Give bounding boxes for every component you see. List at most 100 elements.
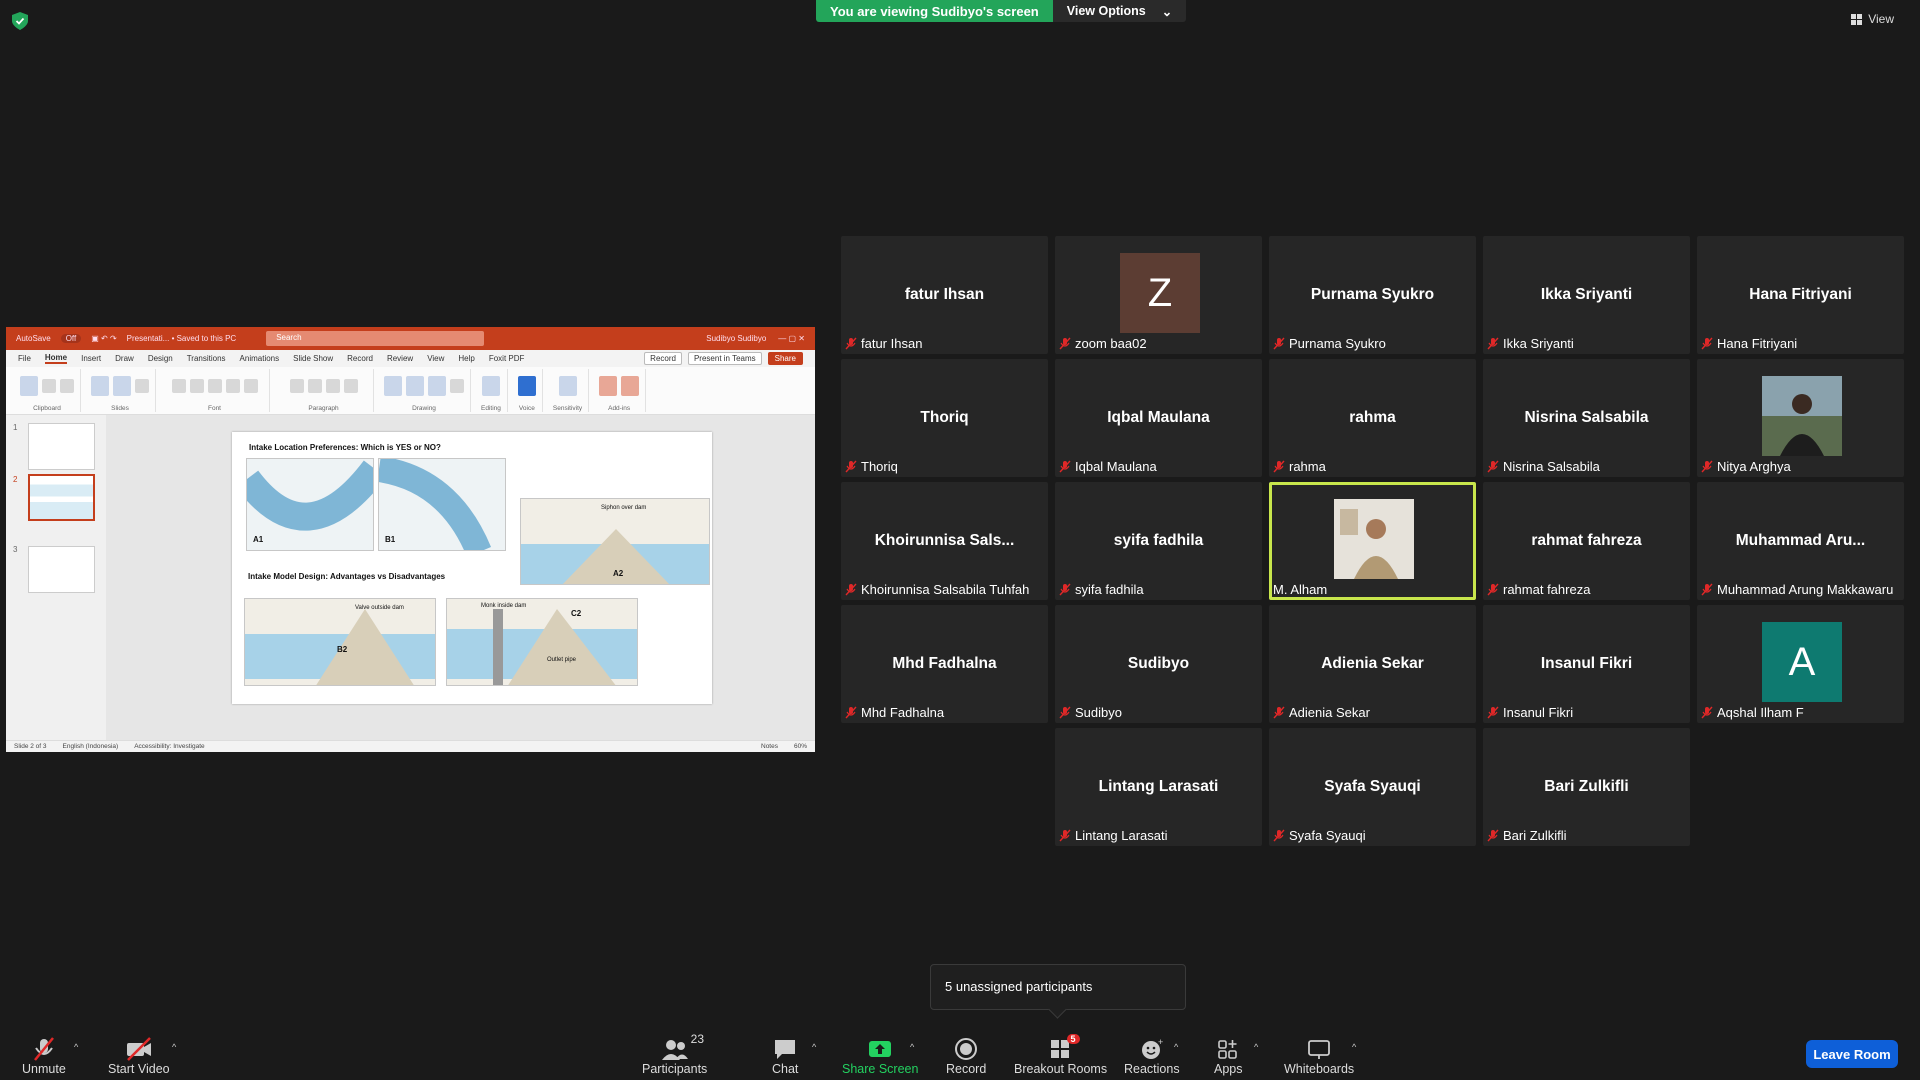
slide-canvas[interactable]: Intake Location Preferences: Which is YE… — [232, 432, 712, 704]
participant-tile[interactable]: Lintang Larasati Lintang Larasati — [1055, 728, 1262, 846]
ppt-menu-help[interactable]: Help — [458, 354, 474, 363]
ppt-menu-animations[interactable]: Animations — [240, 354, 280, 363]
participant-tile[interactable]: Nisrina Salsabila Nisrina Salsabila — [1483, 359, 1690, 477]
slide-thumbnail-1[interactable] — [28, 423, 95, 470]
ppt-menu-record[interactable]: Record — [347, 354, 373, 363]
bullets-icon[interactable] — [289, 379, 304, 393]
participants-button[interactable]: 23 Participants — [642, 1032, 707, 1076]
ppt-menu-review[interactable]: Review — [387, 354, 413, 363]
participant-tile[interactable]: M. Alham — [1269, 482, 1476, 600]
font-color-icon[interactable] — [243, 379, 258, 393]
whiteboards-button[interactable]: Whiteboards — [1284, 1036, 1354, 1076]
align-left-icon[interactable] — [325, 379, 340, 393]
apps-caret-icon[interactable]: ^ — [1254, 1042, 1258, 1052]
share-screen-button[interactable]: Share Screen — [842, 1036, 918, 1076]
view-button[interactable]: View — [1851, 12, 1894, 26]
ppt-menu-view[interactable]: View — [427, 354, 444, 363]
copy-icon[interactable] — [60, 379, 74, 393]
ppt-menu-insert[interactable]: Insert — [81, 354, 101, 363]
unassigned-participants-tooltip[interactable]: 5 unassigned participants — [930, 964, 1186, 1010]
reuse-slides-icon[interactable] — [113, 376, 131, 396]
layout-icon[interactable] — [135, 379, 149, 393]
participant-tile[interactable]: A Aqshal Ilham F — [1697, 605, 1904, 723]
participant-tile[interactable]: Nitya Arghya — [1697, 359, 1904, 477]
participant-tile[interactable]: Insanul Fikri Insanul Fikri — [1483, 605, 1690, 723]
reactions-button[interactable]: + Reactions — [1124, 1036, 1180, 1076]
slide-thumbnail-3[interactable] — [28, 546, 95, 593]
autosave-label: AutoSave — [16, 334, 51, 343]
ppt-menu-foxit-pdf[interactable]: Foxit PDF — [489, 354, 525, 363]
ppt-share-button[interactable]: Share — [767, 352, 803, 365]
dictate-icon[interactable] — [517, 376, 536, 396]
share-screen-icon — [869, 1041, 892, 1057]
ppt-menu-file[interactable]: File — [18, 354, 31, 363]
align-center-icon[interactable] — [343, 379, 358, 393]
participant-tile[interactable]: Hana Fitriyani Hana Fitriyani — [1697, 236, 1904, 354]
chat-options-caret-icon[interactable]: ^ — [812, 1042, 816, 1052]
reactions-caret-icon[interactable]: ^ — [1174, 1042, 1178, 1052]
new-slide-icon[interactable] — [91, 376, 109, 396]
designer-icon[interactable] — [621, 376, 640, 396]
ppt-present-button[interactable]: Present in Teams — [687, 352, 762, 365]
participant-tile[interactable]: Muhammad Aru... Muhammad Arung Makkawaru — [1697, 482, 1904, 600]
audio-options-caret-icon[interactable]: ^ — [74, 1042, 78, 1052]
editing-icon[interactable] — [481, 376, 500, 396]
shapes-icon[interactable] — [384, 376, 402, 396]
chat-button[interactable]: Chat — [772, 1036, 798, 1076]
status-accessibility[interactable]: Accessibility: Investigate — [134, 743, 204, 750]
ppt-menu-transitions[interactable]: Transitions — [187, 354, 226, 363]
encryption-shield-icon[interactable] — [12, 12, 28, 30]
apps-button[interactable]: Apps — [1214, 1036, 1243, 1076]
strike-icon[interactable] — [225, 379, 240, 393]
italic-icon[interactable] — [189, 379, 204, 393]
status-zoom[interactable]: 60% — [794, 743, 807, 750]
leave-room-button[interactable]: Leave Room — [1806, 1040, 1898, 1068]
ppt-record-button[interactable]: Record — [644, 352, 682, 365]
participant-tile[interactable]: Mhd Fadhalna Mhd Fadhalna — [841, 605, 1048, 723]
participant-tile[interactable]: Iqbal Maulana Iqbal Maulana — [1055, 359, 1262, 477]
record-button[interactable]: Record — [946, 1036, 986, 1076]
breakout-rooms-button[interactable]: 5 Breakout Rooms — [1014, 1034, 1107, 1076]
participant-tile[interactable]: Adienia Sekar Adienia Sekar — [1269, 605, 1476, 723]
status-notes[interactable]: Notes — [761, 743, 778, 750]
participant-tile[interactable]: Syafa Syauqi Syafa Syauqi — [1269, 728, 1476, 846]
arrange-icon[interactable] — [406, 376, 424, 396]
ppt-menu-home[interactable]: Home — [44, 353, 68, 364]
participant-tile[interactable]: Khoirunnisa Sals... Khoirunnisa Salsabila… — [841, 482, 1048, 600]
unmute-button[interactable]: Unmute — [22, 1036, 66, 1076]
bold-icon[interactable] — [171, 379, 186, 393]
participant-tile[interactable]: Purnama Syukro Purnama Syukro — [1269, 236, 1476, 354]
start-video-button[interactable]: Start Video — [108, 1036, 170, 1076]
participant-tile[interactable]: syifa fadhila syifa fadhila — [1055, 482, 1262, 600]
underline-icon[interactable] — [207, 379, 222, 393]
participant-tile[interactable]: Zzoom baa02 — [1055, 236, 1262, 354]
participant-tile[interactable]: fatur Ihsan fatur Ihsan — [841, 236, 1048, 354]
cut-icon[interactable] — [42, 379, 56, 393]
svg-text:+: + — [1158, 1037, 1163, 1047]
ppt-menu-design[interactable]: Design — [148, 354, 173, 363]
video-options-caret-icon[interactable]: ^ — [172, 1042, 176, 1052]
participant-tile[interactable]: rahmat fahreza rahmat fahreza — [1483, 482, 1690, 600]
participant-tile[interactable]: Sudibyo Sudibyo — [1055, 605, 1262, 723]
quick-styles-icon[interactable] — [428, 376, 446, 396]
addins-icon[interactable] — [599, 376, 618, 396]
participant-tile[interactable]: Ikka Sriyanti Ikka Sriyanti — [1483, 236, 1690, 354]
shared-screen[interactable]: AutoSave Off ▣ ↶ ↷ Presentati... • Saved… — [6, 327, 815, 752]
sensitivity-icon[interactable] — [558, 376, 577, 396]
ppt-menu-draw[interactable]: Draw — [115, 354, 134, 363]
mic-muted-icon — [1273, 706, 1285, 719]
ppt-search-box[interactable]: Search — [266, 331, 485, 346]
share-options-caret-icon[interactable]: ^ — [910, 1042, 914, 1052]
fill-icon[interactable] — [450, 379, 464, 393]
numbering-icon[interactable] — [307, 379, 322, 393]
participant-tile[interactable]: Bari Zulkifli Bari Zulkifli — [1483, 728, 1690, 846]
participant-tile[interactable]: rahma rahma — [1269, 359, 1476, 477]
participant-tile[interactable]: Thoriq Thoriq — [841, 359, 1048, 477]
paste-icon[interactable] — [20, 376, 38, 396]
autosave-toggle[interactable]: Off — [60, 334, 82, 343]
view-options-button[interactable]: View Options ⌄ — [1052, 0, 1187, 22]
ppt-menu-slide-show[interactable]: Slide Show — [293, 354, 333, 363]
participant-name-bar: Hana Fitriyani — [1701, 336, 1797, 351]
slide-thumbnail-2[interactable] — [28, 474, 95, 521]
whiteboards-caret-icon[interactable]: ^ — [1352, 1042, 1356, 1052]
